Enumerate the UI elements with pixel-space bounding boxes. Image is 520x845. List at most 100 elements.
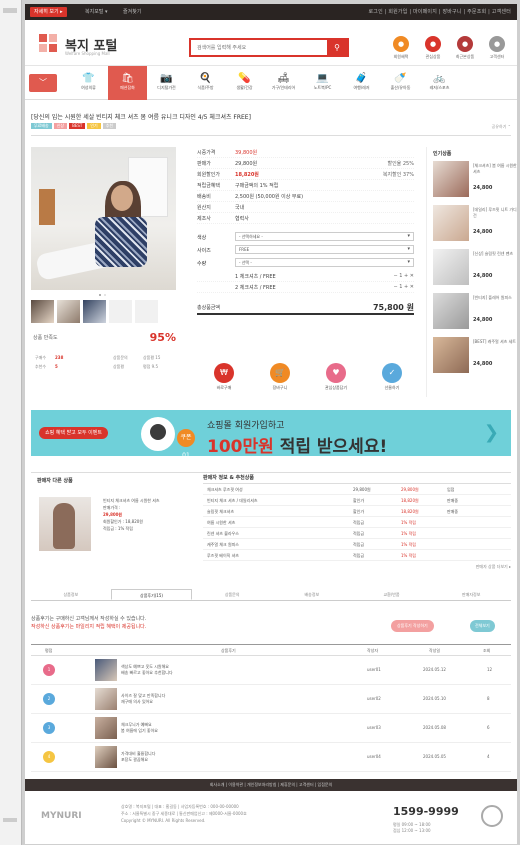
category-item[interactable]: 🛋 가구/인테리어 xyxy=(264,66,303,100)
category-item[interactable]: 🍳 식품/주방 xyxy=(186,66,225,100)
tab-item[interactable]: 상품문의 xyxy=(192,589,272,600)
carousel-dot[interactable] xyxy=(104,294,106,296)
recommend-title: [BEST] 캐주얼 셔츠 세트 xyxy=(473,339,516,344)
seller-table-title: 판매자 정보 & 추천상품 xyxy=(203,473,511,484)
more-link[interactable]: 판매자 상품 더보기 ▸ xyxy=(203,564,511,570)
review-row[interactable]: 4 가격대비 훌륭합니다 포장도 깔끔해요 user04 2024.05.05 4 xyxy=(31,743,511,772)
top-link[interactable]: 복지포털 ▾ xyxy=(85,8,108,15)
category-item[interactable]: 🍼 출산/유아동 xyxy=(381,66,420,100)
top-tag-button[interactable]: 자세히 보기 ▸ xyxy=(30,7,67,17)
total-label: 총상품금액 xyxy=(197,305,221,311)
recommend-image[interactable] xyxy=(433,337,469,373)
recommend-item[interactable]: [신상] 슬림핏 린넨 팬츠 24,800 xyxy=(433,249,513,287)
quantity-stepper[interactable]: − 1 + ✕ xyxy=(393,284,414,290)
view-all-button[interactable]: 전체보기 xyxy=(470,620,495,632)
product-badge: 신상 xyxy=(53,123,68,129)
recommend-image[interactable] xyxy=(433,293,469,329)
phone-number: 1599-9999 xyxy=(393,805,459,818)
top-right-links[interactable]: 로그인 | 회원가입 | 마이페이지 | 장바구니 | 주문조회 | 고객센터 xyxy=(368,8,511,15)
signup-banner[interactable]: 쇼핑 혜택 받고 모두 이벤트 쿠폰 01 쇼핑몰 회원가입하고 100만원 적… xyxy=(31,410,511,459)
header-shortcut[interactable]: ● 고객센터 xyxy=(481,36,513,60)
category-item[interactable]: 🛍 패션잡화 xyxy=(108,66,147,100)
review-line: 포장도 깔끔해요 xyxy=(121,757,149,762)
shortcut-icon: ● xyxy=(489,36,505,52)
info-key: 시중가격 xyxy=(197,150,216,156)
top-link[interactable]: 즐겨찾기 xyxy=(123,8,141,15)
write-review-button[interactable]: 상품후기 작성하기 xyxy=(391,620,434,632)
thumbnail[interactable] xyxy=(109,300,132,323)
quantity-stepper[interactable]: − 1 + ✕ xyxy=(393,273,414,279)
category-item[interactable]: 👕 여성의류 xyxy=(69,66,108,100)
recommend-image[interactable] xyxy=(433,205,469,241)
category-item[interactable]: 🧳 여행/레저 xyxy=(342,66,381,100)
banner-line2: 100만원 적립 받으세요! xyxy=(207,432,387,457)
event-pill-button[interactable]: 쇼핑 혜택 받고 모두 이벤트 xyxy=(39,427,108,439)
action-button[interactable]: 🛒 장바구니 xyxy=(259,363,301,391)
seller-row[interactable]: 빈티지 체크 셔츠 / 데일리셔츠 할인가 18,820원 판매중 xyxy=(203,495,511,506)
search-icon[interactable]: ⚲ xyxy=(327,40,347,55)
tab-item[interactable]: 배송정보 xyxy=(272,589,352,600)
action-icon: ♥ xyxy=(326,363,346,383)
tab-item[interactable]: 교환/반품 xyxy=(352,589,432,600)
stat-row: 추천수 5 상품평 평점 9.5 xyxy=(31,364,176,373)
row-col: 1% 적립 xyxy=(401,542,416,547)
review-date: 2024.05.12 xyxy=(423,667,446,672)
category-item[interactable]: 💻 노트북/PC xyxy=(303,66,342,100)
top-bar: 자세히 보기 ▸ 복지포털 ▾ 즐겨찾기 로그인 | 회원가입 | 마이페이지 … xyxy=(25,4,517,20)
review-image[interactable] xyxy=(95,688,117,710)
recommend-item[interactable]: [빈티지] 플레어 원피스 24,800 xyxy=(433,293,512,331)
recommend-item[interactable]: [BEST] 캐주얼 셔츠 세트 24,800 xyxy=(433,337,516,375)
chevron-right-icon[interactable]: ❯ xyxy=(484,422,499,443)
carousel-dot[interactable] xyxy=(99,294,101,296)
category-item[interactable]: 🚲 레저/스포츠 xyxy=(420,66,459,100)
seller-row[interactable]: 린넨 셔츠 블라우스 적립금 1% 적립 xyxy=(203,528,511,539)
seller-row[interactable]: 캐주얼 체크 원피스 적립금 1% 적립 xyxy=(203,539,511,550)
seller-row[interactable]: 체크셔츠 루즈핏 여성 29,800원 29,800원 입점 xyxy=(203,484,511,495)
recommend-price: 24,800 xyxy=(473,185,493,191)
header-shortcut[interactable]: ● 회원혜택 xyxy=(385,36,417,60)
action-button[interactable]: ♥ 관심상품담기 xyxy=(315,363,357,391)
thumbnail[interactable] xyxy=(31,300,54,323)
review-writer: user03 xyxy=(367,725,381,730)
row-col: 적립금 xyxy=(353,520,365,525)
review-image[interactable] xyxy=(95,746,117,768)
category-item[interactable]: 💊 생활/건강 xyxy=(225,66,264,100)
option-select[interactable]: - 선택 - xyxy=(235,258,414,267)
header-shortcut[interactable]: ● 관심상품 xyxy=(417,36,449,60)
action-button[interactable]: ✓ 선물하기 xyxy=(371,363,413,391)
selected-option-row: 2 체크셔츠 / FREE − 1 + ✕ xyxy=(197,282,414,293)
recommend-item[interactable]: [체크셔츠] 봄 여름 시원한 셔츠 24,800 xyxy=(433,161,517,199)
header-shortcut[interactable]: ● 최근본상품 xyxy=(449,36,481,60)
search-input[interactable] xyxy=(191,40,321,55)
seller-product-image[interactable] xyxy=(39,497,91,551)
logo-icon[interactable] xyxy=(39,34,58,53)
tab-item[interactable]: 판매자정보 xyxy=(431,589,511,600)
seller-row[interactable]: 루즈핏 베이직 셔츠 적립금 1% 적립 xyxy=(203,550,511,561)
product-main-image[interactable] xyxy=(31,147,176,290)
thumbnail[interactable] xyxy=(83,300,106,323)
review-row[interactable]: 3 체크무늬가 예뻐요 봄 여름에 입기 좋아요 user03 2024.05.08 6 xyxy=(31,714,511,743)
review-image[interactable] xyxy=(95,717,117,739)
menu-toggle-icon[interactable]: ﹀ xyxy=(29,74,57,92)
option-select[interactable]: - 선택하세요 - xyxy=(235,232,414,241)
thumbnail[interactable] xyxy=(135,300,158,323)
info-value: 2,500원 (50,000원 이상 무료) xyxy=(235,194,304,200)
row-col: 1% 적립 xyxy=(401,531,416,536)
recommend-item[interactable]: [데일리] 루즈핏 니트 가디건 24,800 xyxy=(433,205,517,243)
tab-item[interactable]: 상품후기(15) xyxy=(110,589,193,600)
category-item[interactable]: 📷 디지털가전 xyxy=(147,66,186,100)
recommend-image[interactable] xyxy=(433,249,469,285)
action-button[interactable]: ₩ 바로구매 xyxy=(203,363,245,391)
thumbnail[interactable] xyxy=(57,300,80,323)
seller-row[interactable]: 슬림핏 체크셔츠 할인가 18,820원 판매중 xyxy=(203,506,511,517)
share-button[interactable]: 공유하기 ⌃ xyxy=(492,124,511,130)
footer-links[interactable]: 회사소개 | 이용약관 | 개인정보처리방침 | 제휴문의 | 고객센터 | 입… xyxy=(25,779,517,791)
review-row[interactable]: 2 사이즈 잘 맞고 만족합니다 재구매 의사 있어요 user02 2024.05.1… xyxy=(31,685,511,714)
review-row[interactable]: 1 색상도 예쁘고 옷도 시원해요 배송 빠르고 좋아요 추천합니다 user01 20… xyxy=(31,656,511,685)
tab-item[interactable]: 상품정보 xyxy=(31,589,111,600)
recommend-image[interactable] xyxy=(433,161,469,197)
total-value: 75,800 원 xyxy=(372,303,414,312)
seller-row[interactable]: 여름 시원한 셔츠 적립금 1% 적립 xyxy=(203,517,511,528)
review-image[interactable] xyxy=(95,659,117,681)
option-select[interactable]: FREE xyxy=(235,245,414,254)
